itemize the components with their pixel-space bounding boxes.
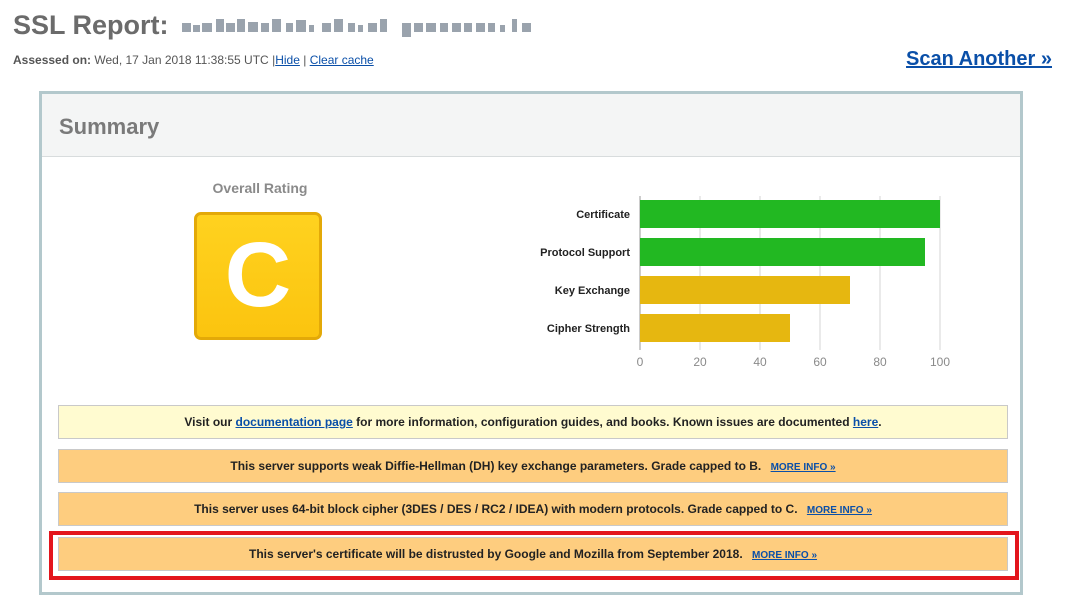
- cipher-64bit-warning: This server uses 64-bit block cipher (3D…: [58, 492, 1008, 526]
- chart-category-label: Key Exchange: [555, 285, 630, 297]
- chart-category-label: Protocol Support: [540, 247, 630, 259]
- weak-dh-warning: This server supports weak Diffie-Hellman…: [58, 449, 1008, 483]
- assessed-line: Assessed on: Wed, 17 Jan 2018 11:38:55 U…: [13, 53, 374, 67]
- documentation-page-link[interactable]: documentation page: [236, 415, 353, 429]
- known-issues-link[interactable]: here: [853, 415, 878, 429]
- page-title: SSL Report:: [13, 10, 552, 41]
- chart-bar: [640, 238, 925, 266]
- weak-dh-more-info-link[interactable]: MORE INFO »: [771, 462, 836, 473]
- doc-text-pre: Visit our: [184, 415, 236, 429]
- chart-bar: [640, 200, 940, 228]
- summary-title: Summary: [59, 114, 160, 139]
- chart-category-label: Certificate: [576, 209, 630, 221]
- scan-another-link[interactable]: Scan Another »: [906, 48, 1052, 71]
- chart-tick-label: 20: [693, 355, 707, 369]
- cipher-64bit-more-info-link[interactable]: MORE INFO »: [807, 505, 872, 516]
- assessed-date: Wed, 17 Jan 2018 11:38:55 UTC: [94, 53, 269, 67]
- overall-rating-label: Overall Rating: [212, 180, 308, 196]
- chart-tick-label: 80: [873, 355, 887, 369]
- chart-tick-label: 100: [930, 355, 950, 369]
- chart-category-label: Cipher Strength: [547, 323, 630, 335]
- chart-tick-label: 60: [813, 355, 827, 369]
- weak-dh-text: This server supports weak Diffie-Hellman…: [230, 459, 762, 473]
- score-chart: 0 20 40 60 80 100 Certificate Protocol Support K…: [472, 192, 992, 387]
- cipher-64bit-text: This server uses 64-bit block cipher (3D…: [194, 502, 798, 516]
- chart-bar: [640, 276, 850, 304]
- summary-panel: Summary Overall Rating C 0 20 40 60 80 100 Cer…: [39, 91, 1023, 595]
- clear-cache-link[interactable]: Clear cache: [310, 53, 374, 67]
- redacted-hostname: [182, 18, 532, 37]
- separator: |: [303, 53, 307, 67]
- documentation-notice: Visit our documentation page for more in…: [58, 405, 1008, 439]
- chart-tick-label: 40: [753, 355, 767, 369]
- assessed-label: Assessed on:: [13, 53, 92, 67]
- hide-link[interactable]: Hide: [275, 53, 300, 67]
- chart-tick-label: 0: [637, 355, 644, 369]
- page-title-text: SSL Report:: [13, 10, 169, 40]
- summary-header: Summary: [42, 94, 1020, 157]
- doc-text-post: .: [878, 415, 882, 429]
- red-highlight-box: [49, 531, 1019, 580]
- doc-text-mid: for more information, configuration guid…: [352, 415, 853, 429]
- chart-bar: [640, 314, 790, 342]
- score-chart-svg: 0 20 40 60 80 100 Certificate Protocol Support K…: [540, 196, 950, 369]
- grade-badge: C: [194, 212, 322, 340]
